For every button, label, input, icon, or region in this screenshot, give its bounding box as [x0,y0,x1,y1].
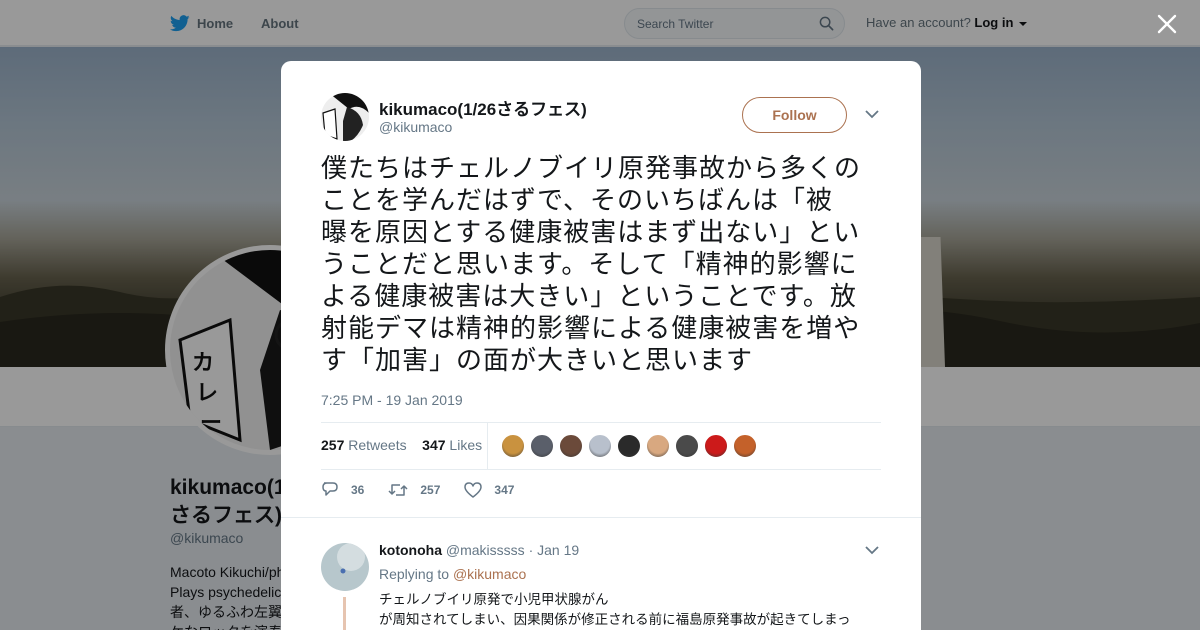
likes-count: 347 [422,437,446,453]
author-avatar[interactable] [321,93,369,141]
replying-mention[interactable]: @kikumaco [453,566,526,582]
divider [281,517,921,518]
liker-avatar[interactable] [559,434,583,458]
retweet-icon [388,484,408,496]
reply-button[interactable]: 36 [321,482,364,498]
heart-icon [464,482,483,498]
thread-line [343,597,346,630]
divider [321,422,881,423]
liker-avatar[interactable] [530,434,554,458]
reply-date[interactable]: Jan 19 [537,542,579,558]
retweets-stat[interactable]: 257 Retweets [321,437,407,453]
retweet-count: 257 [420,483,441,497]
reply-avatar-image [321,543,369,591]
tweet-stats: 257 Retweets 347 Likes [321,437,482,453]
likes-stat[interactable]: 347 Likes [422,437,482,453]
close-icon[interactable] [1155,12,1179,36]
chevron-down-icon[interactable] [865,109,879,119]
reply-author-name[interactable]: kotonoha [379,542,442,558]
reply-avatar[interactable] [321,543,369,591]
follow-button[interactable]: Follow [742,97,847,133]
retweets-label: Retweets [348,437,407,453]
reply-text: チェルノブイリ原発で小児甲状腺がん が周知されてしまい、因果関係が修正される前に… [379,592,851,628]
tweet-actions: 36 257 347 [321,482,538,498]
liker-avatar[interactable] [675,434,699,458]
author-handle[interactable]: @kikumaco [379,119,452,135]
divider [321,469,881,470]
like-count: 347 [494,483,515,497]
reply-icon [322,482,338,496]
reply-count: 36 [351,483,365,497]
likes-label: Likes [449,437,483,453]
like-button[interactable]: 347 [464,482,514,498]
chevron-down-icon[interactable] [865,545,879,555]
author-portrait-icon [321,93,369,141]
liker-avatars [501,434,762,458]
stats-separator [487,423,488,469]
reply-author-handle[interactable]: @makisssss [446,542,525,558]
author-name[interactable]: kikumaco(1/26さるフェス) [379,95,587,120]
reply-header: kotonoha @makisssss · Jan 19 [379,542,579,558]
liker-avatar[interactable] [501,434,525,458]
replying-prefix: Replying to [379,566,450,582]
reply-separator: · [528,542,534,558]
liker-avatar[interactable] [733,434,757,458]
retweets-count: 257 [321,437,345,453]
liker-avatar[interactable] [617,434,641,458]
liker-avatar[interactable] [646,434,670,458]
replying-to: Replying to @kikumaco [379,566,526,582]
liker-avatar[interactable] [588,434,612,458]
liker-avatar[interactable] [704,434,728,458]
retweet-button[interactable]: 257 [388,482,440,498]
tweet-modal: kikumaco(1/26さるフェス) @kikumaco Follow 僕たち… [281,61,921,630]
tweet-timestamp[interactable]: 7:25 PM - 19 Jan 2019 [321,392,463,408]
tweet-text: 僕たちはチェルノブイリ原発事故から多くの ことを学んだはずで、そのいちばんは「被… [321,154,862,376]
